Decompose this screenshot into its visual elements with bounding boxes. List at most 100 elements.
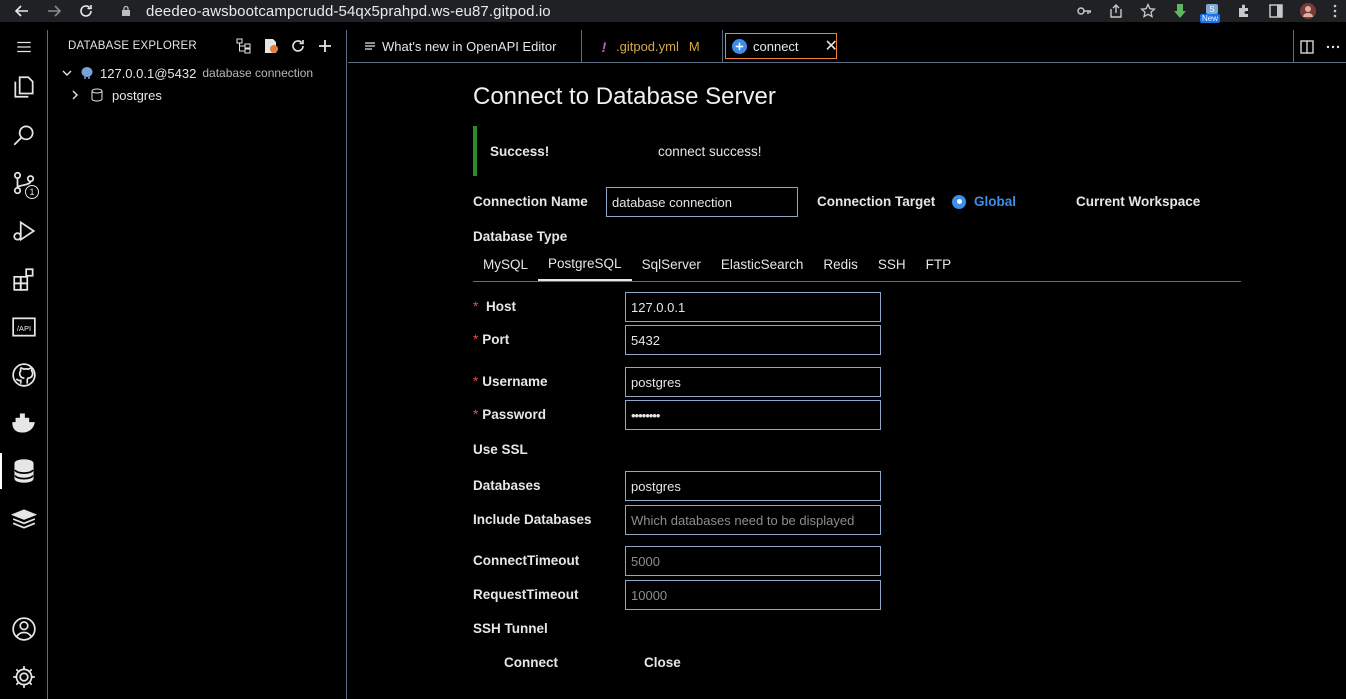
forward-button[interactable] [43, 0, 65, 22]
required-marker: * [473, 332, 479, 347]
database-icon [14, 459, 34, 483]
database-button[interactable] [0, 451, 48, 491]
connect-timeout-label: ConnectTimeout [473, 553, 580, 568]
ssh-tunnel-label[interactable]: SSH Tunnel [473, 621, 548, 636]
lock-icon [122, 5, 130, 16]
explorer-button[interactable] [0, 67, 48, 107]
chevron-right-icon [68, 88, 82, 102]
extensions-button[interactable] [1228, 0, 1260, 22]
username-label-text: Username [482, 374, 548, 389]
target-global-radio[interactable]: Global [952, 194, 1016, 209]
database-structure-button[interactable] [235, 36, 253, 56]
back-button[interactable] [11, 0, 33, 22]
host-label-text: Host [486, 299, 517, 314]
settings-button[interactable] [0, 657, 48, 697]
bookmark-button[interactable] [1132, 0, 1164, 22]
tab-gitpod-yml[interactable]: ! .gitpod.yml M [582, 30, 723, 63]
request-timeout-input[interactable]: 10000 [625, 580, 881, 610]
connection-name-input[interactable]: database connection [606, 187, 798, 217]
refresh-button[interactable] [289, 36, 307, 56]
connection-name-label: Connection Name [473, 194, 588, 209]
arrow-left-icon [14, 5, 28, 17]
page-title: Connect to Database Server [473, 83, 776, 110]
profile-avatar[interactable] [1292, 0, 1324, 22]
close-tab-icon[interactable]: ✕ [825, 36, 838, 56]
password-key-button[interactable] [1068, 0, 1100, 22]
port-input[interactable]: 5432 [625, 325, 881, 355]
reload-button[interactable] [75, 0, 97, 22]
username-input[interactable]: postgres [625, 367, 881, 397]
password-input[interactable]: •••••••• [625, 400, 881, 430]
extensions-icon [13, 268, 34, 291]
dbtype-postgresql[interactable]: PostgreSQL [538, 248, 632, 281]
address-bar[interactable]: deedeo-awsbootcampcrudd-54qx5prahpd.ws-e… [110, 0, 1060, 22]
dbtype-ssh[interactable]: SSH [868, 248, 916, 281]
target-global-label: Global [974, 194, 1017, 209]
docker-button[interactable] [0, 403, 48, 443]
add-connection-button[interactable] [316, 36, 334, 56]
databases-input[interactable]: postgres [625, 471, 881, 501]
more-actions-button[interactable] [1322, 36, 1344, 58]
tree-database-item[interactable]: postgres [48, 84, 346, 106]
accounts-button[interactable] [0, 609, 48, 649]
host-input[interactable]: 127.0.0.1 [625, 292, 881, 322]
databases-label: Databases [473, 478, 541, 493]
activity-bar: 1 /API [0, 30, 48, 699]
run-debug-button[interactable] [0, 211, 48, 251]
new-extension-button[interactable]: S New [1196, 0, 1228, 23]
required-marker: * [473, 407, 479, 422]
tree-connection-item[interactable]: 127.0.0.1@5432 database connection [48, 62, 346, 84]
download-extension-button[interactable] [1164, 0, 1196, 22]
extensions-view-button[interactable] [0, 259, 48, 299]
github-button[interactable] [0, 355, 48, 395]
connect-form: Connect to Database Server Success! conn… [348, 63, 1346, 699]
redis-button[interactable] [0, 499, 48, 539]
username-label: * Username [473, 374, 548, 389]
avatar-icon [1300, 3, 1316, 19]
side-panel-icon [1269, 4, 1283, 18]
tab-openapi-whats-new[interactable]: What's new in OpenAPI Editor [348, 30, 582, 63]
openapi-button[interactable]: /API [0, 307, 48, 347]
tab-label: connect [753, 38, 799, 54]
star-icon [1140, 3, 1156, 18]
connection-label: 127.0.0.1@5432 [100, 65, 197, 81]
search-button[interactable] [0, 115, 48, 155]
browser-menu-button[interactable] [1324, 0, 1346, 22]
history-button[interactable] [262, 36, 280, 56]
required-marker: * [473, 374, 479, 389]
menu-button[interactable] [0, 27, 48, 67]
close-button[interactable]: Close [644, 655, 681, 670]
dbtype-redis[interactable]: Redis [813, 248, 868, 281]
gear-icon [13, 666, 35, 688]
more-horizontal-icon [1326, 45, 1340, 48]
url-text: deedeo-awsbootcampcrudd-54qx5prahpd.ws-e… [146, 2, 551, 20]
svg-text:/API: /API [17, 324, 31, 333]
dbtype-sqlserver[interactable]: SqlServer [632, 248, 711, 281]
dbtype-ftp[interactable]: FTP [916, 248, 962, 281]
new-badge: New [1200, 14, 1221, 23]
tab-label: .gitpod.yml [616, 39, 679, 54]
plus-icon [319, 40, 331, 52]
split-editor-button[interactable] [1296, 36, 1318, 58]
database-type-label: Database Type [473, 229, 568, 244]
target-workspace-radio[interactable]: Current Workspace [1076, 194, 1200, 209]
connect-timeout-input[interactable]: 5000 [625, 546, 881, 576]
share-button[interactable] [1100, 0, 1132, 22]
connect-button[interactable]: Connect [504, 655, 558, 670]
side-panel-button[interactable] [1260, 0, 1292, 22]
file-history-icon [265, 39, 278, 53]
include-databases-label: Include Databases [473, 512, 592, 527]
api-icon: /API [12, 317, 36, 337]
port-label: * Port [473, 332, 509, 347]
include-databases-input[interactable]: Which databases need to be displayed [625, 505, 881, 535]
use-ssl-label[interactable]: Use SSL [473, 442, 528, 457]
dbtype-mysql[interactable]: MySQL [473, 248, 538, 281]
dbtype-elasticsearch[interactable]: ElasticSearch [711, 248, 814, 281]
password-label: * Password [473, 407, 546, 422]
refresh-icon [292, 40, 304, 52]
search-icon [13, 125, 34, 146]
svg-text:S: S [1209, 5, 1214, 14]
source-control-button[interactable]: 1 [0, 163, 48, 203]
password-label-text: Password [482, 407, 547, 422]
tab-connect[interactable]: connect ✕ [725, 33, 838, 59]
